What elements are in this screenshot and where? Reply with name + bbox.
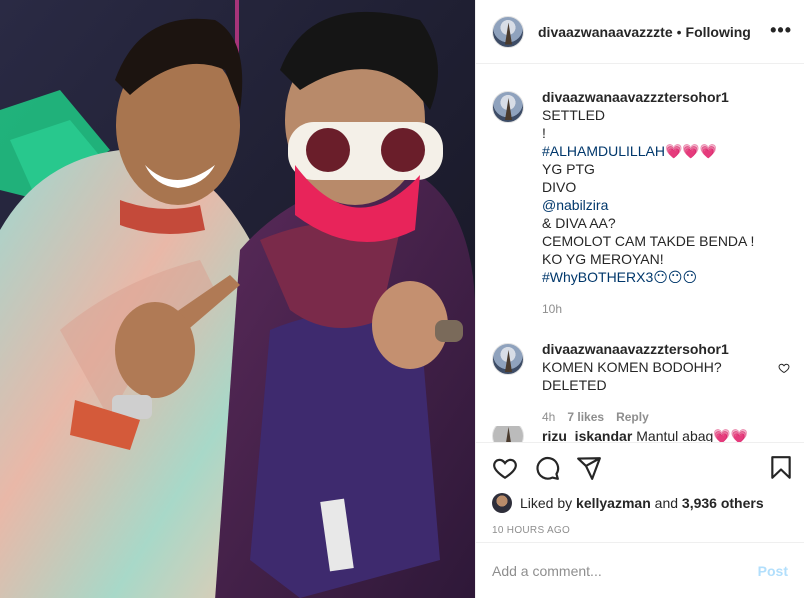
comment-body: divaazwanaavazzztersohor1 KOMEN KOMEN BO… (542, 340, 729, 426)
caption-line: DIVO (542, 179, 577, 195)
likes-and: and (654, 495, 679, 511)
comment-time[interactable]: 4h (542, 408, 555, 426)
header-separator: • (676, 23, 682, 40)
likes-prefix: Liked by (520, 495, 573, 511)
post-button[interactable]: Post (758, 563, 788, 579)
caption-username[interactable]: divaazwanaavazzztersohor1 (542, 89, 729, 105)
post-header: divaazwanaavazzzte • Following ••• (476, 0, 804, 64)
comment-text: DELETED (542, 377, 607, 393)
caption-time[interactable]: 10h (542, 300, 562, 318)
caption-meta: 10h (542, 300, 788, 318)
save-icon[interactable] (768, 455, 794, 481)
commenter-avatar[interactable] (492, 426, 524, 442)
add-comment-bar: Post (476, 542, 804, 598)
liker-avatar[interactable] (492, 493, 512, 513)
author-username[interactable]: divaazwanaavazzzte (538, 24, 673, 40)
author-avatar[interactable] (492, 15, 524, 48)
post-viewer: divaazwanaavazzzte • Following ••• divaa… (0, 0, 804, 598)
more-options-icon[interactable]: ••• (770, 20, 792, 41)
comment-meta: 4h 7 likes Reply (542, 408, 729, 426)
caption-line: & DIVA AA? (542, 215, 616, 231)
share-icon[interactable] (576, 455, 602, 481)
likes-count[interactable]: 3,936 others (682, 495, 764, 511)
caption-first-line: SETTLED (542, 107, 606, 123)
comment-icon[interactable] (534, 455, 560, 481)
caption-line: ! (542, 125, 546, 141)
caption-line: YG PTG (542, 161, 595, 177)
comment-text: KOMEN KOMEN BODOHH? (542, 359, 722, 375)
caption-avatar[interactable] (492, 91, 524, 123)
hashtag-link[interactable]: #ALHAMDULILLAH💗💗💗 (542, 142, 788, 160)
comment-like-icon[interactable] (778, 362, 790, 374)
following-button[interactable]: Following (686, 24, 751, 40)
comments-list[interactable]: divaazwanaavazzztersohor1 SETTLED ! #ALH… (476, 64, 804, 442)
post-sidebar: divaazwanaavazzzte • Following ••• divaa… (475, 0, 804, 598)
commenter-username[interactable]: rizu_iskandar (542, 428, 632, 442)
commenter-username[interactable]: divaazwanaavazzztersohor1 (542, 340, 729, 358)
comment-text: Mantul abag💗💗 (636, 427, 749, 443)
post-photo[interactable] (0, 0, 475, 598)
reply-button[interactable]: Reply (616, 408, 649, 426)
post-timestamp[interactable]: 10 HOURS AGO (492, 525, 788, 536)
action-icons (492, 443, 791, 493)
photo-illustration (0, 0, 475, 598)
caption-line: CEMOLOT CAM TAKDE BENDA ! (542, 233, 755, 249)
comment-item: divaazwanaavazzztersohor1 KOMEN KOMEN BO… (492, 340, 790, 426)
liker-username[interactable]: kellyazman (576, 495, 651, 511)
caption-line: KO YG MEROYAN! (542, 251, 664, 267)
caption-body: divaazwanaavazzztersohor1 SETTLED ! #ALH… (542, 88, 788, 318)
like-icon[interactable] (492, 455, 518, 481)
comment-item-partial: rizu_iskandar Mantul abag💗💗 (492, 426, 748, 442)
hashtag-link[interactable]: #WhyBOTHERX3😶😶😶 (542, 268, 788, 286)
likes-summary: Liked by kellyazman and 3,936 others (492, 493, 788, 513)
comment-input[interactable] (492, 562, 758, 579)
mention-link[interactable]: @nabilzira (542, 196, 788, 214)
caption: divaazwanaavazzztersohor1 SETTLED ! #ALH… (492, 88, 788, 318)
post-actions: Liked by kellyazman and 3,936 others 10 … (476, 442, 804, 536)
comment-likes[interactable]: 7 likes (567, 408, 604, 426)
commenter-avatar[interactable] (492, 343, 524, 375)
